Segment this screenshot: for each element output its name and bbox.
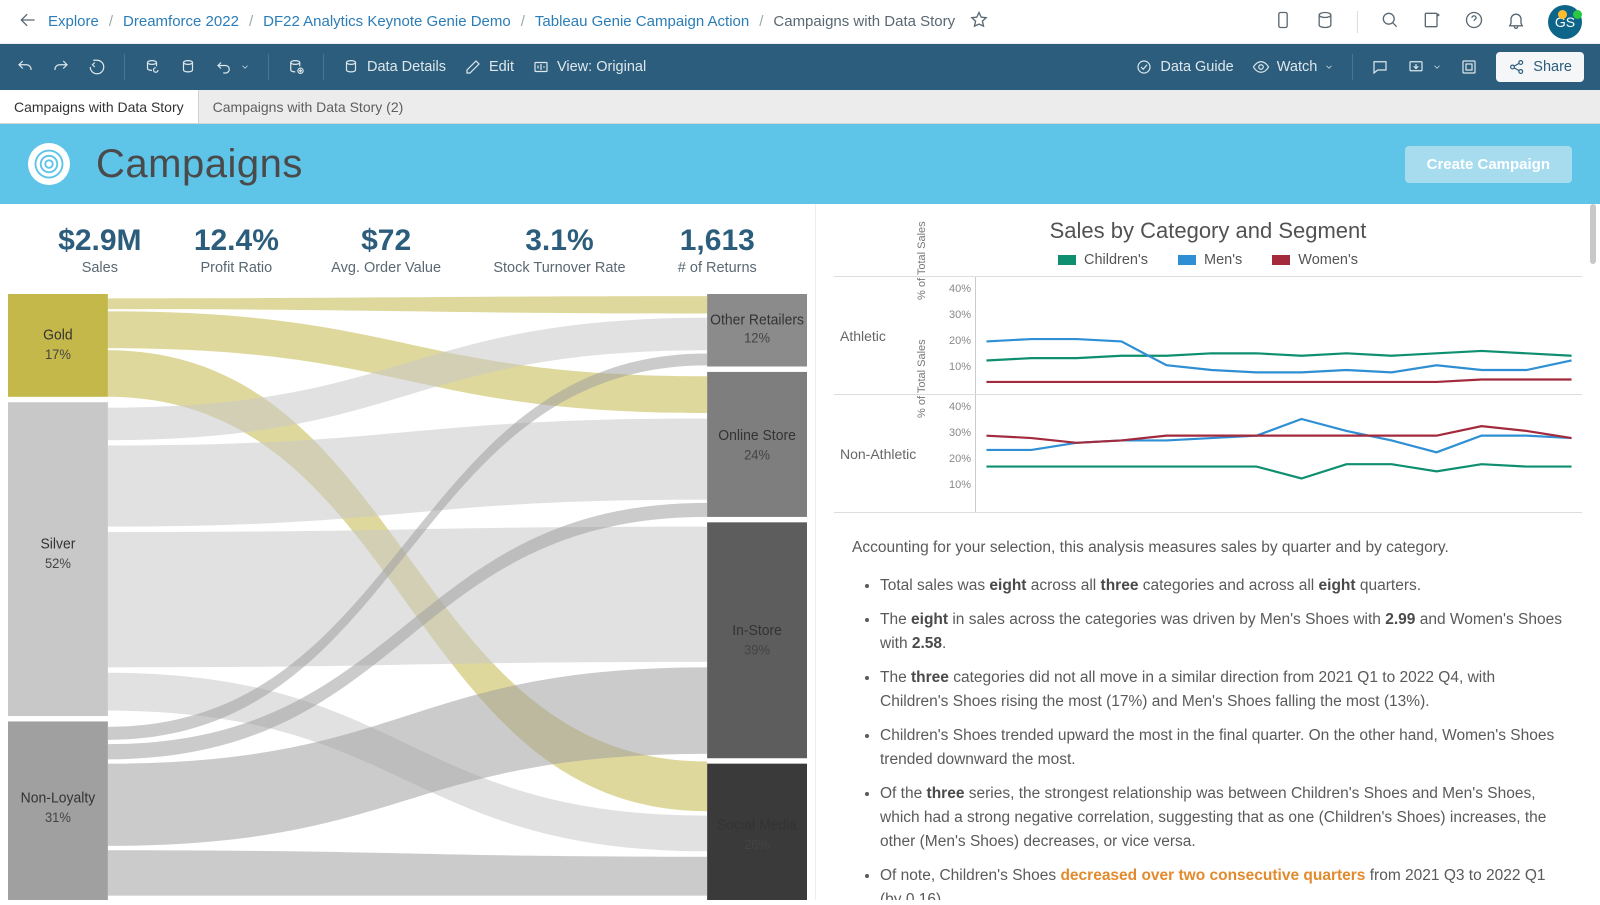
breadcrumb-bar: Explore/ Dreamforce 2022/ DF22 Analytics…: [0, 0, 1600, 44]
revert-icon[interactable]: [88, 58, 106, 76]
svg-text:12%: 12%: [744, 330, 770, 346]
kpi-4[interactable]: 1,613# of Returns: [678, 224, 757, 276]
svg-text:24%: 24%: [744, 447, 770, 463]
page-title: Campaigns: [96, 142, 303, 187]
refresh-data-icon[interactable]: [143, 58, 161, 76]
breadcrumb-l3[interactable]: Tableau Genie Campaign Action: [535, 13, 749, 30]
sheet-tabs: Campaigns with Data Story Campaigns with…: [0, 90, 1600, 124]
back-icon[interactable]: [18, 10, 38, 34]
comment-icon[interactable]: [1371, 58, 1389, 76]
svg-text:Social Media: Social Media: [717, 817, 798, 834]
svg-text:Gold: Gold: [43, 327, 73, 344]
dashboard-header: Campaigns Create Campaign: [0, 124, 1600, 204]
database-icon[interactable]: [1315, 10, 1335, 34]
svg-text:Non-Loyalty: Non-Loyalty: [21, 790, 96, 807]
story-bullet: Of the three series, the strongest relat…: [880, 782, 1564, 854]
svg-text:26%: 26%: [744, 837, 770, 853]
story-bullet: The three categories did not all move in…: [880, 666, 1564, 714]
svg-text:Silver: Silver: [40, 536, 75, 553]
svg-text:52%: 52%: [45, 555, 71, 571]
story-intro: Accounting for your selection, this anal…: [852, 536, 1564, 560]
replay-icon[interactable]: [215, 58, 250, 76]
scrollbar[interactable]: [1590, 204, 1596, 264]
data-story: Accounting for your selection, this anal…: [834, 513, 1582, 900]
tab-1[interactable]: Campaigns with Data Story: [0, 90, 199, 123]
svg-text:39%: 39%: [744, 642, 770, 658]
breadcrumb-explore[interactable]: Explore: [48, 13, 99, 30]
tab-2[interactable]: Campaigns with Data Story (2): [199, 90, 418, 123]
toolbar: Data Details Edit View: Original Data Gu…: [0, 44, 1600, 90]
story-bullet: Total sales was eight across all three c…: [880, 574, 1564, 598]
legend-item[interactable]: Men's: [1178, 252, 1242, 268]
story-bullet: Of note, Children's Shoes decreased over…: [880, 864, 1564, 900]
favorite-icon[interactable]: [969, 10, 989, 34]
svg-text:17%: 17%: [45, 346, 71, 362]
legend-item[interactable]: Women's: [1272, 252, 1358, 268]
story-bullet: The eight in sales across the categories…: [880, 608, 1564, 656]
story-bullet: Children's Shoes trended upward the most…: [880, 724, 1564, 772]
svg-text:Online Store: Online Store: [718, 428, 796, 445]
data-details-button[interactable]: Data Details: [342, 58, 446, 76]
svg-text:31%: 31%: [45, 810, 71, 826]
left-pane: $2.9MSales 12.4%Profit Ratio $72Avg. Order…: [0, 204, 815, 900]
chart-legend: Children's Men's Women's: [834, 252, 1582, 268]
chart-title: Sales by Category and Segment: [834, 218, 1582, 244]
breadcrumb-current: Campaigns with Data Story: [773, 13, 955, 30]
notifications-icon[interactable]: [1506, 10, 1526, 34]
view-button[interactable]: View: Original: [532, 58, 646, 76]
pause-data-icon[interactable]: [179, 58, 197, 76]
svg-text:In-Store: In-Store: [732, 622, 782, 639]
kpi-2[interactable]: $72Avg. Order Value: [331, 224, 441, 276]
watch-button[interactable]: Watch: [1252, 58, 1335, 76]
create-campaign-button[interactable]: Create Campaign: [1405, 146, 1572, 183]
download-icon[interactable]: [1407, 58, 1442, 76]
edit-button[interactable]: Edit: [464, 58, 514, 76]
kpi-1[interactable]: 12.4%Profit Ratio: [194, 224, 279, 276]
device-icon[interactable]: [1273, 10, 1293, 34]
dashboard-logo-icon: [28, 143, 70, 185]
fullscreen-icon[interactable]: [1460, 58, 1478, 76]
sankey-chart[interactable]: Gold 17% Silver 52% Non-Loyalty 31% Other R…: [8, 294, 807, 900]
chart-panel-0[interactable]: Athletic % of Total Sales40%30%20%10%: [834, 277, 1582, 395]
legend-item[interactable]: Children's: [1058, 252, 1148, 268]
help-icon[interactable]: [1464, 10, 1484, 34]
right-pane: Sales by Category and Segment Children's…: [815, 204, 1600, 900]
share-button[interactable]: Share: [1496, 52, 1584, 82]
redo-icon[interactable]: [52, 58, 70, 76]
data-guide-button[interactable]: Data Guide: [1135, 58, 1233, 76]
chart-panel-1[interactable]: Non-Athletic % of Total Sales40%30%20%10…: [834, 395, 1582, 513]
breadcrumb-l2[interactable]: DF22 Analytics Keynote Genie Demo: [263, 13, 511, 30]
svg-text:Other Retailers: Other Retailers: [710, 312, 804, 329]
undo-icon[interactable]: [16, 58, 34, 76]
kpi-3[interactable]: 3.1%Stock Turnover Rate: [493, 224, 625, 276]
new-icon[interactable]: [1422, 10, 1442, 34]
breadcrumb-l1[interactable]: Dreamforce 2022: [123, 13, 239, 30]
kpi-0[interactable]: $2.9MSales: [58, 224, 141, 276]
search-icon[interactable]: [1380, 10, 1400, 34]
new-datasource-icon[interactable]: [287, 58, 305, 76]
